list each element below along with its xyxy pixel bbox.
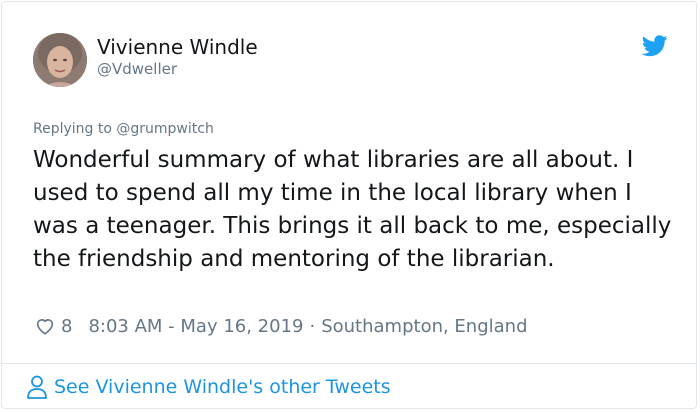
- avatar-photo: [33, 33, 87, 87]
- author-handle[interactable]: @Vdweller: [97, 60, 177, 78]
- see-other-tweets-label: See Vivienne Windle's other Tweets: [54, 376, 391, 398]
- replying-prefix: Replying to: [33, 121, 112, 137]
- replying-to: Replying to @grumpwitch: [33, 121, 214, 137]
- tweet-location[interactable]: Southampton, England: [321, 316, 527, 337]
- see-other-tweets-link[interactable]: See Vivienne Windle's other Tweets: [26, 374, 391, 400]
- like-count[interactable]: 8: [61, 316, 72, 337]
- avatar[interactable]: [33, 33, 87, 87]
- tweet-text: Wonderful summary of what libraries are …: [33, 147, 672, 272]
- tweet-card: Vivienne Windle @Vdweller Replying to @g…: [1, 1, 697, 409]
- tweet-meta: 8 8:03 AM - May 16, 2019 · Southampton, …: [34, 313, 528, 339]
- author-name[interactable]: Vivienne Windle: [97, 35, 258, 59]
- meta-separator: ·: [309, 315, 316, 337]
- footer-divider: [2, 363, 696, 364]
- reply-mention-link[interactable]: @grumpwitch: [116, 121, 213, 137]
- tweet-header: Vivienne Windle @Vdweller: [33, 33, 673, 89]
- tweet-timestamp[interactable]: 8:03 AM - May 16, 2019: [88, 316, 303, 337]
- person-icon: [27, 375, 47, 399]
- heart-icon[interactable]: [34, 315, 56, 337]
- twitter-bird-icon[interactable]: [642, 35, 668, 57]
